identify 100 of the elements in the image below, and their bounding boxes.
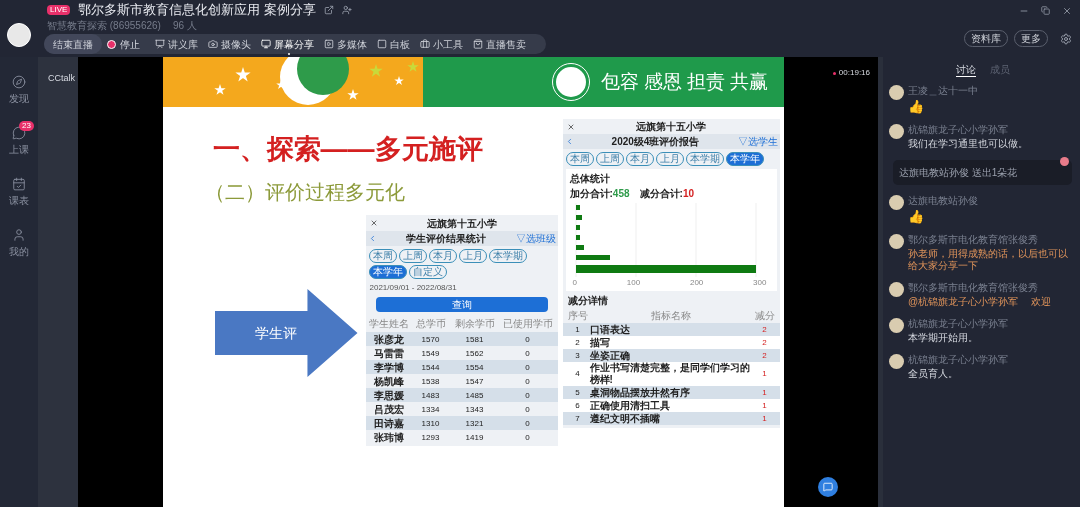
school-logo	[552, 64, 589, 100]
toolbar-button[interactable]: 摄像头	[208, 36, 251, 52]
viewer-count: 96 人	[172, 18, 197, 33]
nav-item[interactable]: 课表	[9, 177, 29, 208]
table-cell-text: 1562	[464, 347, 485, 360]
table-cell-text: 2	[574, 336, 581, 349]
toolbar-button[interactable]: 直播售卖	[473, 36, 526, 52]
timer: 00:19:16	[838, 67, 870, 79]
presentation-icon	[155, 39, 165, 49]
toolbar-button[interactable]: 白板	[377, 36, 410, 52]
table-cell-text: 坐姿正确	[589, 349, 631, 362]
table-cell-text: 1	[761, 368, 768, 380]
table-cell-text: 1	[574, 323, 581, 336]
chat-icon	[823, 482, 833, 492]
message-text: 我们在学习通里也可以做。	[908, 138, 1028, 150]
channel-name: 智慧教育探索 (86955626)	[47, 18, 161, 33]
avatar[interactable]	[7, 23, 31, 47]
board-icon	[377, 39, 387, 49]
school-name: 远旗第十五小学	[636, 120, 706, 134]
table-cell-text: 口语表达	[589, 323, 631, 336]
monitor-icon	[261, 39, 271, 49]
chat-icon	[12, 126, 26, 140]
table-cell-text: 1538	[420, 375, 441, 388]
user-avatar[interactable]	[889, 124, 904, 139]
compass-icon	[12, 75, 26, 89]
nav-item[interactable]: 我的	[9, 228, 29, 259]
user-avatar[interactable]	[889, 282, 904, 297]
page-title: 2020级4班评价报告	[611, 135, 700, 149]
close-icon	[369, 219, 378, 227]
period-chip[interactable]: 本学年	[368, 265, 407, 279]
table-cell-text: 李学博	[372, 361, 405, 375]
toolbar-button[interactable]: 小工具	[420, 36, 463, 52]
user-add-icon[interactable]	[341, 5, 352, 15]
emoji-message: 👍	[908, 99, 924, 114]
table-cell-text: 0	[524, 375, 531, 388]
table-cell-text: 3	[574, 349, 581, 362]
end-live-button[interactable]: 结束直播	[44, 34, 102, 54]
nav-item[interactable]: 发现	[9, 75, 29, 106]
message-text: 全员育人。	[908, 368, 959, 380]
toolbar-button[interactable]: 多媒体	[324, 36, 367, 52]
restore-icon[interactable]	[1041, 6, 1050, 15]
column-header: 剩余学币	[453, 317, 496, 331]
toolbar-button[interactable]: 屏幕分享	[261, 36, 314, 52]
user-avatar[interactable]	[889, 318, 904, 333]
chart-bar	[575, 235, 580, 240]
table-cell-text: 2	[761, 349, 768, 362]
table-cell-text: 1570	[420, 333, 441, 346]
user-avatar[interactable]	[889, 85, 904, 100]
close-icon	[566, 122, 575, 131]
user-icon	[12, 228, 26, 242]
message-author: 杭锦旗龙子心小学孙军	[908, 318, 1008, 330]
table-cell-text: 1343	[464, 403, 485, 416]
table-cell-text: 作业书写清楚完整，是同学们学习的榜样!	[589, 362, 751, 386]
table-cell-text: 6	[574, 399, 581, 412]
message-author: 杭锦旗龙子心小学孙军	[908, 354, 1008, 366]
axis-tick: 300	[753, 277, 767, 289]
section-title: 减分详情	[566, 294, 609, 308]
user-avatar[interactable]	[889, 195, 904, 210]
share-icon[interactable]	[323, 5, 334, 15]
user-avatar[interactable]	[889, 354, 904, 369]
user-avatar[interactable]	[889, 234, 904, 249]
settings-icon[interactable]	[1060, 32, 1072, 45]
toolbar-button[interactable]: 讲义库	[155, 36, 198, 52]
flower-icon	[1060, 157, 1069, 166]
emoji-message: 👍	[908, 209, 924, 224]
message-text: 本学期开始用。	[908, 332, 979, 344]
axis-tick: 200	[689, 277, 704, 289]
table-cell-text: 5	[574, 386, 581, 399]
column-header: 总学币	[414, 317, 447, 331]
close-icon[interactable]	[1062, 6, 1072, 16]
chat-bubble-button[interactable]	[818, 477, 838, 497]
period-chip[interactable]: 本学年	[725, 152, 764, 166]
stop-record-button[interactable]: 停止	[102, 36, 145, 52]
table-cell-text: 0	[524, 417, 531, 430]
motto: 包容 感恩 担责 共赢	[600, 69, 769, 94]
table-cell-text: 吕茂宏	[372, 403, 405, 417]
chart-bar	[575, 215, 582, 220]
table-cell-text: 张玮博	[372, 431, 405, 445]
gift-notice: 达旗电教站孙俊 送出1朵花	[893, 160, 1072, 185]
table-cell-text: 7	[574, 412, 581, 425]
table-cell-text: 0	[524, 389, 531, 402]
section-title: 总体统计	[569, 172, 611, 186]
school-name: 远旗第十五小学	[426, 216, 497, 231]
table-cell-text: 1321	[464, 417, 485, 430]
table-cell-text: 1	[761, 386, 768, 399]
message-text: @杭锦旗龙子心小学孙军 欢迎	[908, 296, 1051, 308]
table-cell-text: 0	[524, 347, 531, 360]
table-cell-text: 李思媛	[372, 389, 405, 403]
message-author: 鄂尔多斯市电化教育馆张俊秀	[908, 234, 1039, 246]
table-cell-text: 1581	[464, 333, 485, 346]
table-cell-text: 0	[524, 431, 531, 444]
table-cell-text: 0	[524, 403, 531, 416]
slide-subheading: （二）评价过程多元化	[204, 180, 405, 205]
app-name: CCtalk	[48, 73, 75, 83]
table-cell-text: 1419	[464, 431, 485, 444]
table-cell-text: 杨凯峰	[372, 375, 405, 389]
table-cell-text: 0	[524, 333, 531, 346]
table-cell-text: 张彦龙	[372, 333, 405, 347]
chat-tab[interactable]: 讨论	[955, 62, 976, 77]
chart-bar	[575, 255, 610, 260]
